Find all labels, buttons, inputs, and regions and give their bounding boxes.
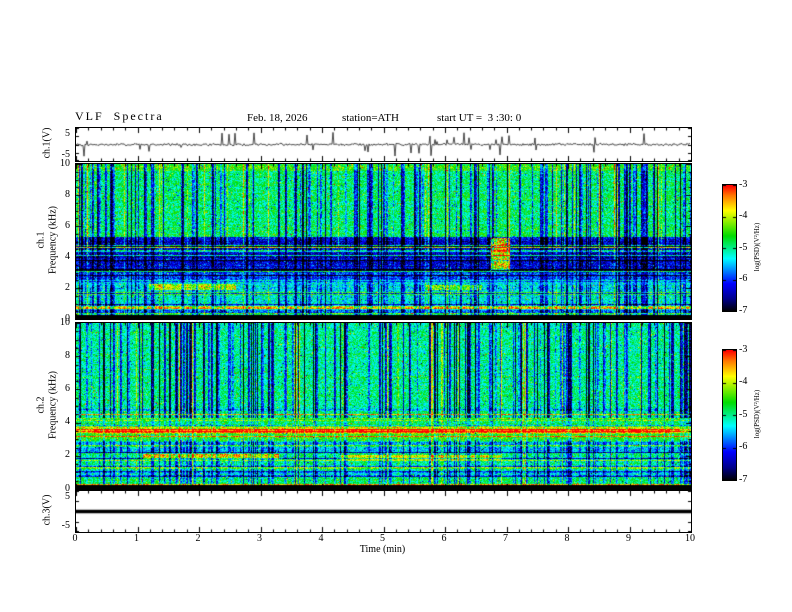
x-tick-label: 0 — [72, 533, 78, 544]
ch1-voltage-axis-label: ch.1(V) — [41, 127, 53, 159]
colorbar2-label: log(PSD)(V²/Hz) — [753, 389, 761, 439]
vlf-spectra-figure: VLF Spectra Feb. 18, 2026 station=ATH st… — [0, 0, 792, 612]
freq-tick-label: 2 — [65, 281, 70, 293]
freq-tick-label: 10 — [60, 316, 70, 328]
colorbar1-tick-label: -4 — [739, 210, 748, 221]
x-tick-label: 4 — [318, 533, 324, 544]
freq-tick-label: 8 — [65, 349, 70, 361]
colorbar1-label: log(PSD)(V²/Hz) — [753, 222, 761, 272]
figure-station: station=ATH — [342, 112, 399, 124]
colorbar-ch1 — [722, 184, 737, 312]
colorbar1-tick-label: -3 — [739, 178, 748, 190]
ch3-waveform-panel — [75, 490, 692, 533]
figure-date: Feb. 18, 2026 — [247, 112, 308, 124]
ch1-spectrogram-panel — [75, 163, 692, 320]
x-tick-label: 1 — [134, 533, 139, 544]
ch1-channel-label: ch.1 — [35, 231, 47, 249]
ch1-waveform-panel — [75, 127, 692, 162]
colorbar1-tick-label: -5 — [739, 241, 748, 253]
colorbar2-tick-label: -4 — [739, 376, 748, 387]
x-tick-label: 3 — [257, 533, 262, 544]
colorbar1-tick-label: -7 — [739, 304, 748, 316]
x-tick-label: 6 — [441, 533, 447, 544]
freq-tick-label: 0 — [65, 482, 70, 494]
figure-title: VLF Spectra — [75, 109, 164, 123]
colorbar1-tick-label: -6 — [739, 273, 748, 284]
ch1-frequency-axis-label: Frequency (kHz) — [47, 205, 59, 275]
colorbar2-tick-label: -5 — [739, 408, 748, 420]
ch2-frequency-axis-label: Frequency (kHz) — [47, 370, 59, 440]
time-axis-label: Time (min) — [359, 544, 406, 555]
x-tick-label: 2 — [195, 533, 201, 544]
x-tick-label: 7 — [503, 533, 508, 544]
freq-tick-label: 2 — [65, 449, 70, 461]
freq-tick-label: 8 — [65, 188, 70, 200]
ch2-spectrogram-panel — [75, 322, 692, 490]
colorbar-ch2 — [722, 349, 737, 481]
freq-tick-label: 10 — [60, 157, 70, 169]
colorbar2-tick-label: -7 — [739, 473, 748, 485]
ch2-channel-label: ch.2 — [35, 396, 47, 414]
colorbar2-tick-label: -3 — [739, 343, 748, 355]
x-tick-label: 8 — [564, 533, 570, 544]
colorbar2-tick-label: -6 — [739, 441, 748, 452]
figure-start-ut: start UT = 3 :30: 0 — [437, 112, 522, 124]
x-tick-label: 10 — [685, 533, 695, 544]
x-tick-label: 9 — [626, 533, 631, 544]
x-tick-label: 5 — [380, 533, 385, 544]
freq-tick-label: 0 — [65, 312, 70, 324]
ch3-voltage-axis-label: ch.3(V) — [41, 494, 53, 526]
